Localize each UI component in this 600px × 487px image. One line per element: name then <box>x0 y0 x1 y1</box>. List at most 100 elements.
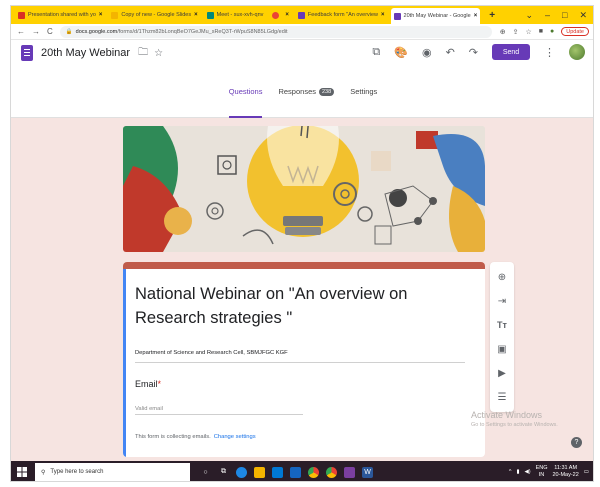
theme-bar <box>123 262 485 269</box>
clock-time: 11:31 AM <box>554 465 578 471</box>
tab-questions[interactable]: Questions <box>228 66 262 118</box>
browser-tab[interactable]: Meet - sux-xvh-qnv <box>204 8 267 22</box>
form-heading[interactable]: National Webinar on "An overview on Rese… <box>135 282 455 330</box>
browser-tab[interactable]: × <box>269 8 292 22</box>
mail-icon[interactable] <box>272 466 283 478</box>
reload-icon[interactable]: C <box>47 27 53 36</box>
addon-icon[interactable]: ⧉ <box>372 46 380 59</box>
tab-favicon-icon <box>272 11 280 19</box>
update-button[interactable]: Update <box>561 27 589 36</box>
window-controls: ⌄ – □ ✕ <box>525 10 593 21</box>
header-banner-image <box>123 126 485 252</box>
tab-favicon-icon <box>297 11 305 19</box>
back-icon[interactable]: ← <box>17 27 25 36</box>
taskbar-search-placeholder: Type here to search <box>50 469 104 475</box>
system-tray: ^ ▮ ◀) ENG IN 11:31 AM 20-May-22 ▭ <box>509 465 593 479</box>
screen: Presentation shared with yo × Copy of ne… <box>10 5 594 482</box>
email-field[interactable] <box>135 403 303 415</box>
palette-icon[interactable]: 🎨 <box>394 46 408 59</box>
share-icon[interactable]: ⇪ <box>513 28 519 36</box>
browser-tab[interactable]: Feedback form "An overview × <box>295 8 388 22</box>
browser-tab[interactable]: Presentation shared with yo × <box>15 8 105 22</box>
tab-responses[interactable]: Responses 238 <box>278 66 335 118</box>
extension-icon[interactable]: ■ <box>539 28 543 35</box>
tab-settings-label: Settings <box>350 87 378 96</box>
notification-icon[interactable]: ▭ <box>584 469 589 475</box>
tab-title: 20th May Webinar - Google <box>403 13 471 19</box>
star-icon[interactable]: ☆ <box>154 48 163 59</box>
collecting-note-text: This form is collecting emails. <box>135 434 211 440</box>
tab-close-icon[interactable]: × <box>194 12 198 18</box>
add-section-icon[interactable]: ☰ <box>493 388 511 406</box>
task-view-icon[interactable]: ⧉ <box>218 467 229 478</box>
chrome-profile-icon[interactable] <box>326 466 337 478</box>
windows-taskbar: ⚲ Type here to search ○ ⧉ W ^ ▮ ◀) ENG I… <box>11 461 593 481</box>
forward-icon[interactable]: → <box>32 27 40 36</box>
tab-title: Meet - sux-xvh-qnv <box>216 12 264 18</box>
change-settings-link[interactable]: Change settings <box>214 434 256 440</box>
avatar[interactable] <box>569 44 585 60</box>
profile-icon[interactable]: ● <box>550 28 554 35</box>
form-title-card[interactable]: National Webinar on "An overview on Rese… <box>123 262 485 457</box>
network-icon[interactable]: ▮ <box>516 469 519 475</box>
outlook-icon[interactable] <box>290 466 301 478</box>
required-asterisk: * <box>157 379 162 389</box>
preview-eye-icon[interactable]: ◉ <box>422 46 432 59</box>
browser-tab-strip: Presentation shared with yo × Copy of ne… <box>11 6 593 24</box>
chevron-down-icon[interactable]: ⌄ <box>525 10 533 21</box>
add-title-icon[interactable]: Tт <box>493 316 511 334</box>
lock-icon: 🔒 <box>65 28 73 35</box>
bookmark-star-icon[interactable]: ☆ <box>526 28 532 36</box>
word-icon[interactable]: W <box>362 466 373 478</box>
add-question-icon[interactable]: ⊕ <box>493 268 511 286</box>
close-icon[interactable]: ✕ <box>579 10 587 21</box>
help-button[interactable]: ? <box>571 437 582 448</box>
folder-icon[interactable]: 🗀 <box>138 45 148 62</box>
lang-code: ENG <box>535 465 548 471</box>
tab-close-icon[interactable]: × <box>285 12 289 18</box>
banner-illustration <box>123 126 485 252</box>
add-image-icon[interactable]: ▣ <box>493 340 511 358</box>
taskbar-search-input[interactable]: ⚲ Type here to search <box>35 463 190 481</box>
undo-icon[interactable]: ↶ <box>446 46 455 59</box>
tab-close-icon[interactable]: × <box>474 13 478 19</box>
form-title[interactable]: 20th May Webinar <box>41 47 130 59</box>
tab-favicon-icon <box>206 11 214 19</box>
tab-settings[interactable]: Settings <box>350 66 377 118</box>
cortana-icon[interactable]: ○ <box>200 467 211 478</box>
browser-tab-active[interactable]: 20th May Webinar - Google × <box>390 8 481 24</box>
store-icon[interactable] <box>254 466 265 478</box>
tab-close-icon[interactable]: × <box>381 12 385 18</box>
question-toolbar: ⊕ ⇥ Tт ▣ ▶ ☰ <box>490 262 514 412</box>
form-description[interactable]: Department of Science and Research Cell,… <box>135 350 465 363</box>
minimize-icon[interactable]: – <box>545 10 550 21</box>
edge-icon[interactable] <box>236 466 247 478</box>
more-vert-icon[interactable]: ⋮ <box>544 46 555 59</box>
url-field[interactable]: 🔒 docs.google.com /forms/d/1Thzm82bLonqB… <box>59 25 492 38</box>
address-bar-row: ← → C 🔒 docs.google.com /forms/d/1Thzm82… <box>11 24 593 40</box>
tab-title: Copy of new - Google Slides <box>121 12 192 18</box>
redo-icon[interactable]: ↷ <box>469 46 478 59</box>
snip-icon[interactable] <box>344 466 355 478</box>
volume-icon[interactable]: ◀) <box>525 469 531 475</box>
zoom-icon[interactable]: ⊕ <box>500 28 506 36</box>
tray-chevron-icon[interactable]: ^ <box>509 469 512 475</box>
tab-favicon-icon <box>111 11 119 19</box>
tab-title: Feedback form "An overview <box>307 12 379 18</box>
maximize-icon[interactable]: □ <box>562 10 567 21</box>
form-tabs: Questions Responses 238 Settings <box>11 66 593 118</box>
tab-close-icon[interactable]: × <box>99 12 103 18</box>
search-icon: ⚲ <box>41 469 46 476</box>
chrome-icon[interactable] <box>308 466 319 478</box>
new-tab-button[interactable]: + <box>489 10 495 21</box>
clock[interactable]: 11:31 AM 20-May-22 <box>553 465 579 479</box>
language-indicator[interactable]: ENG IN <box>536 465 548 479</box>
add-video-icon[interactable]: ▶ <box>493 364 511 382</box>
import-questions-icon[interactable]: ⇥ <box>493 292 511 310</box>
email-label-text: Email <box>135 379 158 389</box>
send-button[interactable]: Send <box>492 44 530 60</box>
region-code: IN <box>538 472 545 478</box>
forms-logo-icon[interactable] <box>21 45 33 61</box>
browser-tab[interactable]: Copy of new - Google Slides × <box>108 8 200 22</box>
windows-start-icon[interactable] <box>11 461 33 481</box>
